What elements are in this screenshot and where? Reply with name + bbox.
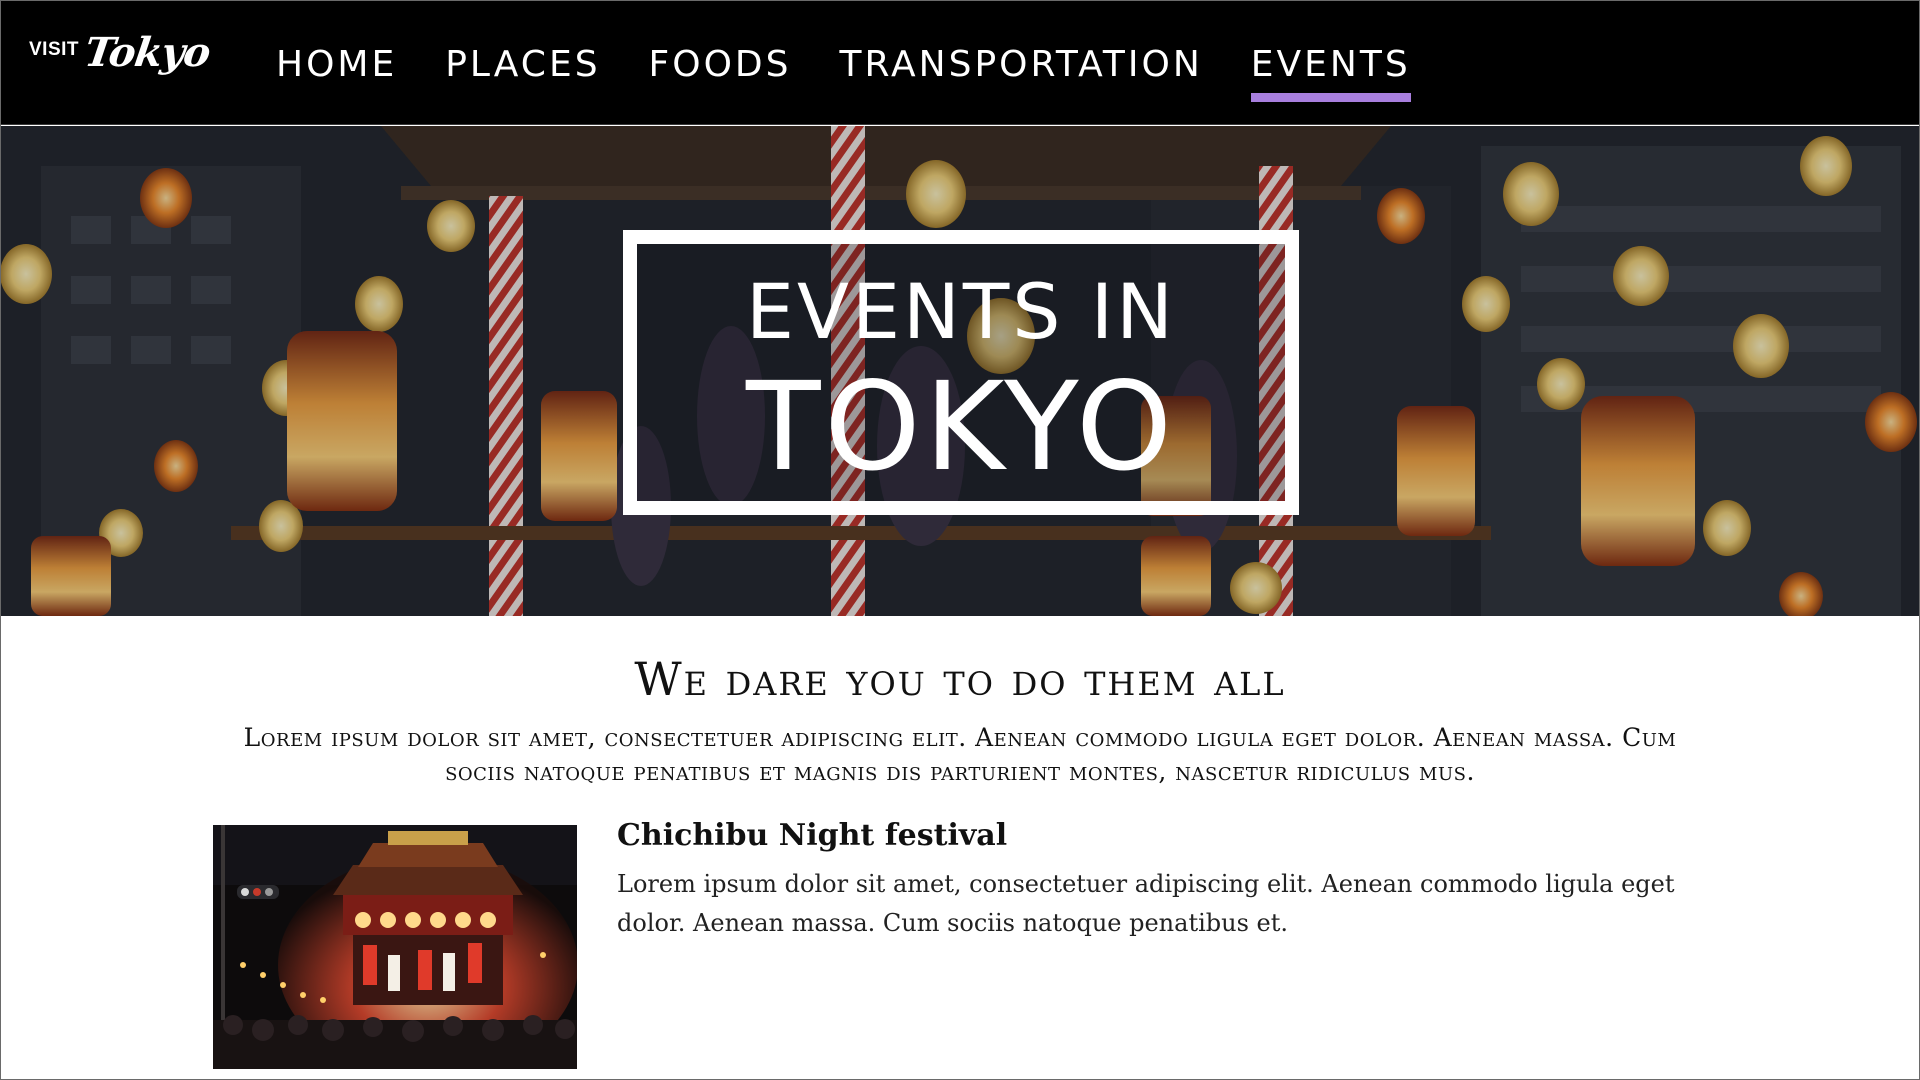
page: VISIT Tokyo HOME PLACES FOODS TRANSPORTA… — [0, 0, 1920, 1080]
event-title[interactable]: Chichibu Night festival — [617, 821, 1007, 851]
nav-link-places[interactable]: PLACES — [445, 43, 600, 83]
section-intro-text: Lorem ipsum dolor sit amet, consectetuer… — [243, 723, 1677, 786]
hero-title-line2: TOKYO — [745, 356, 1177, 498]
logo-tokyo-script: Tokyo — [81, 29, 213, 76]
top-navbar: VISIT Tokyo HOME PLACES FOODS TRANSPORTA… — [1, 1, 1919, 125]
nav-links: HOME PLACES FOODS TRANSPORTATION EVENTS — [276, 1, 1459, 125]
festival-float-photo — [213, 825, 577, 1069]
nav-link-transportation[interactable]: TRANSPORTATION — [840, 43, 1203, 83]
section-heading: We dare you to do them all — [634, 652, 1286, 706]
hero-title-frame: EVENTS IN TOKYO — [623, 230, 1299, 515]
event-image[interactable] — [213, 825, 577, 1069]
event-description: Lorem ipsum dolor sit amet, consectetuer… — [617, 870, 1675, 937]
nav-link-foods[interactable]: FOODS — [649, 43, 792, 83]
site-logo[interactable]: VISIT Tokyo — [29, 29, 213, 99]
nav-link-events[interactable]: EVENTS — [1250, 43, 1411, 102]
nav-link-home[interactable]: HOME — [276, 43, 397, 83]
hero-title-line1: EVENTS IN — [746, 267, 1176, 356]
logo-visit-text: VISIT — [29, 39, 80, 60]
hero-banner: EVENTS IN TOKYO — [1, 126, 1919, 616]
